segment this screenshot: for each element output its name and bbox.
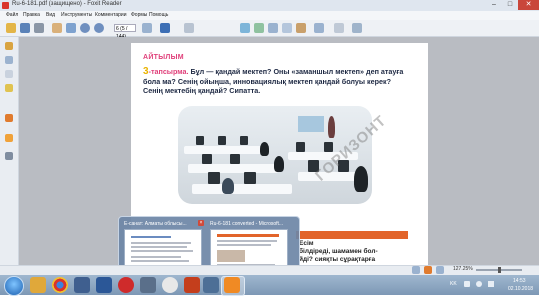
comment-tool-icon[interactable] [240, 23, 250, 33]
signature-icon[interactable] [5, 134, 13, 142]
window-title: Ru-6-181.pdf (защищено) - Foxit Reader [12, 1, 122, 7]
foxit-icon[interactable] [224, 277, 240, 293]
menu-help[interactable]: Помощь [149, 12, 168, 18]
save-icon[interactable] [20, 23, 30, 33]
paint-icon[interactable] [203, 277, 219, 293]
typewriter-icon[interactable] [268, 23, 278, 33]
info-box-line-2: йді? сияқты сұрақтарға [299, 256, 376, 263]
info-box-line-1: білдіреді, шамамен бол- [299, 248, 378, 255]
facing-view-icon[interactable] [436, 266, 444, 274]
open-icon[interactable] [6, 23, 16, 33]
attach-icon[interactable] [352, 23, 362, 33]
info-box-heading: Есім [299, 240, 314, 247]
yandex-icon[interactable] [162, 277, 178, 293]
single-page-view-icon[interactable] [412, 266, 420, 274]
shapes-icon[interactable] [314, 23, 324, 33]
menu-edit[interactable]: Правка [23, 12, 40, 18]
thumbnail-close-icon[interactable]: × [198, 220, 204, 226]
thumbnail-title-1[interactable]: E-санат: Алматы облысы... [124, 221, 187, 227]
task-label: -тапсырма. [148, 67, 189, 76]
zoom-level[interactable]: 127.25% [453, 266, 473, 272]
info-box-text: білдіреді, шамамен бол-йді? сияқты сұрақ… [299, 248, 378, 264]
page-number-field[interactable]: 6 (5 / 144) [114, 24, 136, 40]
close-button[interactable]: ✕ [518, 0, 539, 10]
fit-page-icon[interactable] [160, 23, 170, 33]
network-icon[interactable] [476, 281, 482, 287]
layers-icon[interactable] [5, 70, 13, 78]
clock-date[interactable]: 02.10.2018 [508, 286, 533, 292]
next-page-icon[interactable] [94, 23, 104, 33]
prev-page-icon[interactable] [80, 23, 90, 33]
maximize-button[interactable]: □ [502, 0, 518, 10]
clock-time[interactable]: 14:53 [513, 278, 526, 284]
files-icon[interactable] [140, 277, 156, 293]
zoom-icon[interactable] [142, 23, 152, 33]
ppt-icon[interactable] [184, 277, 200, 293]
explorer-icon[interactable] [30, 277, 46, 293]
tray-flag-icon[interactable] [464, 281, 470, 287]
menu-tools[interactable]: Инструменты [61, 12, 92, 18]
rotate-icon[interactable] [282, 23, 292, 33]
zoom-slider-handle[interactable] [498, 267, 501, 273]
search-icon[interactable] [184, 23, 194, 33]
language-indicator[interactable]: KK [450, 281, 457, 287]
minimize-button[interactable]: – [486, 0, 502, 10]
app-icon [2, 2, 9, 9]
word-icon[interactable] [96, 277, 112, 293]
chrome-icon[interactable] [52, 277, 68, 293]
bookmarks-icon[interactable] [5, 42, 13, 50]
menu-view[interactable]: Вид [46, 12, 55, 18]
opera-icon[interactable] [118, 277, 134, 293]
highlight-icon[interactable] [254, 23, 264, 33]
volume-icon[interactable] [488, 281, 494, 287]
note-icon[interactable] [296, 23, 306, 33]
print-icon[interactable] [34, 23, 44, 33]
info-box-header-bar [296, 231, 408, 239]
menu-comments[interactable]: Комментарии [95, 12, 127, 18]
media-icon[interactable] [74, 277, 90, 293]
pen-icon[interactable] [5, 152, 13, 160]
select-icon[interactable] [66, 23, 76, 33]
menu-file[interactable]: Файл [6, 12, 18, 18]
pages-icon[interactable] [5, 56, 13, 64]
section-title: АЙТЫЛЫМ [143, 54, 184, 61]
attachments-icon[interactable] [5, 84, 13, 92]
menu-forms[interactable]: Формы [131, 12, 147, 18]
task-paragraph: 3-тапсырма. Бұл — қандай мектеп? Оны «за… [143, 67, 408, 96]
comments-icon[interactable] [5, 114, 13, 122]
continuous-view-icon[interactable] [424, 266, 432, 274]
thumbnail-title-2[interactable]: Ru-6-181 converted - Microsoft... [210, 221, 283, 227]
start-button[interactable] [4, 276, 24, 296]
stamp-icon[interactable] [334, 23, 344, 33]
hand-icon[interactable] [52, 23, 62, 33]
